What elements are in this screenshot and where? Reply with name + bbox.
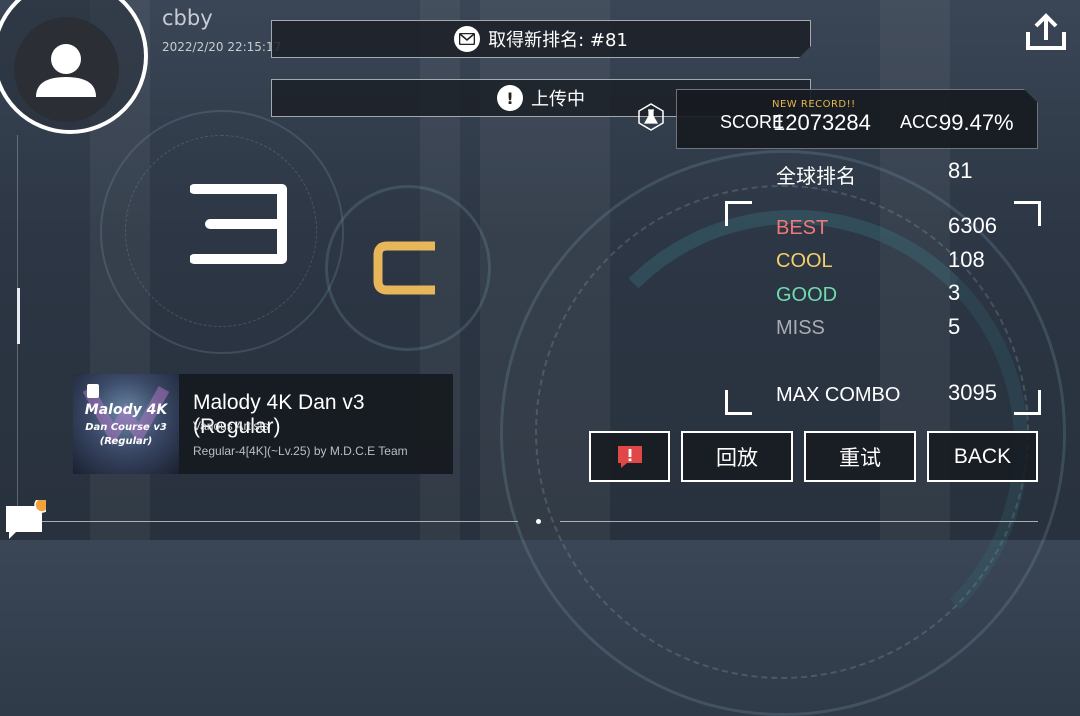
frame-corner — [1014, 201, 1041, 226]
best-label: BEST — [776, 217, 829, 239]
global-rank-value: 81 — [948, 158, 973, 183]
song-card: Malody 4K Dan Course v3 (Regular) Malody… — [73, 374, 453, 474]
mod-flask-icon — [638, 103, 664, 131]
new-rank-banner: 取得新排名: #81 — [271, 20, 811, 58]
play-timestamp: 2022/2/20 22:15:17 — [162, 40, 282, 54]
cover-tag: (Regular) — [99, 436, 153, 447]
accuracy-value: 99.47% — [939, 110, 1014, 135]
frame-corner — [725, 390, 752, 415]
grade-number: 3 — [189, 184, 290, 268]
bottom-divider — [560, 521, 1038, 522]
score-panel: NEW RECORD!! SCORE 12073284 ACC. 99.47% — [676, 89, 1038, 149]
upload-icon[interactable] — [1024, 12, 1068, 52]
miss-value: 5 — [948, 314, 961, 339]
cool-value: 108 — [948, 247, 985, 272]
new-rank-text: 取得新排名: #81 — [488, 30, 628, 51]
side-handle[interactable] — [17, 288, 20, 344]
frame-corner — [725, 201, 752, 226]
score-value: 12073284 — [773, 110, 871, 135]
user-name: cbby — [162, 6, 213, 30]
alert-icon: ! — [497, 85, 523, 111]
max-combo-label: MAX COMBO — [776, 384, 901, 406]
grade-letter: C — [373, 241, 439, 299]
user-avatar-icon — [14, 17, 119, 122]
good-label: GOOD — [776, 284, 838, 306]
max-combo-value: 3095 — [948, 380, 997, 405]
report-button[interactable] — [589, 431, 670, 482]
song-cover: Malody 4K Dan Course v3 (Regular) — [73, 374, 179, 474]
chat-icon[interactable] — [6, 497, 50, 540]
song-artist: Various Artists — [193, 419, 269, 433]
chart-info: Regular-4[4K](~Lv.25) by M.D.C.E Team — [193, 444, 408, 458]
miss-label: MISS — [776, 317, 825, 339]
replay-button[interactable]: 回放 — [681, 431, 793, 482]
cool-label: COOL — [776, 250, 833, 272]
report-icon — [617, 445, 642, 468]
cover-title: Malody 4K — [84, 402, 168, 418]
good-value: 3 — [948, 280, 961, 305]
best-value: 6306 — [948, 213, 997, 238]
retry-button[interactable]: 重试 — [804, 431, 916, 482]
upload-status-text: 上传中 — [531, 89, 585, 110]
global-rank-label: 全球排名 — [776, 166, 856, 188]
mail-icon — [454, 26, 480, 52]
cover-subtitle: Dan Course v3 (Regular) — [73, 421, 179, 449]
new-record-label: NEW RECORD!! — [772, 99, 856, 110]
cover-course: Dan Course v3 — [85, 422, 167, 433]
accuracy-label: ACC. — [900, 112, 944, 132]
page-indicator-dot — [536, 519, 541, 524]
back-button[interactable]: BACK — [927, 431, 1038, 482]
frame-corner — [1014, 390, 1041, 415]
bottom-divider — [40, 521, 518, 522]
